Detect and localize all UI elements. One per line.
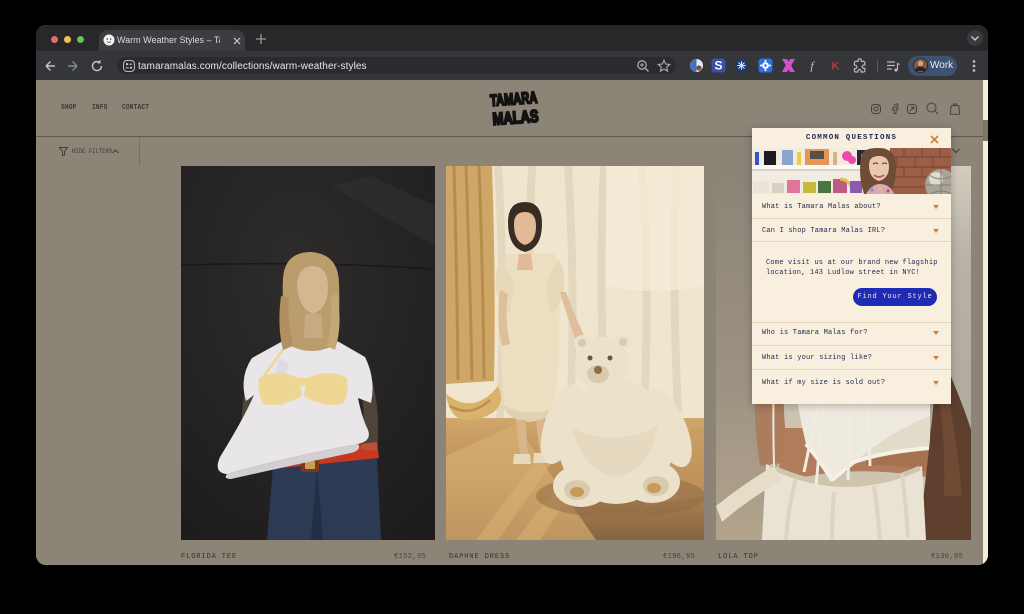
svg-text:K: K <box>831 61 839 73</box>
svg-text:f: f <box>810 59 815 73</box>
svg-text:S: S <box>714 59 722 73</box>
svg-text:MALAS: MALAS <box>492 107 539 129</box>
